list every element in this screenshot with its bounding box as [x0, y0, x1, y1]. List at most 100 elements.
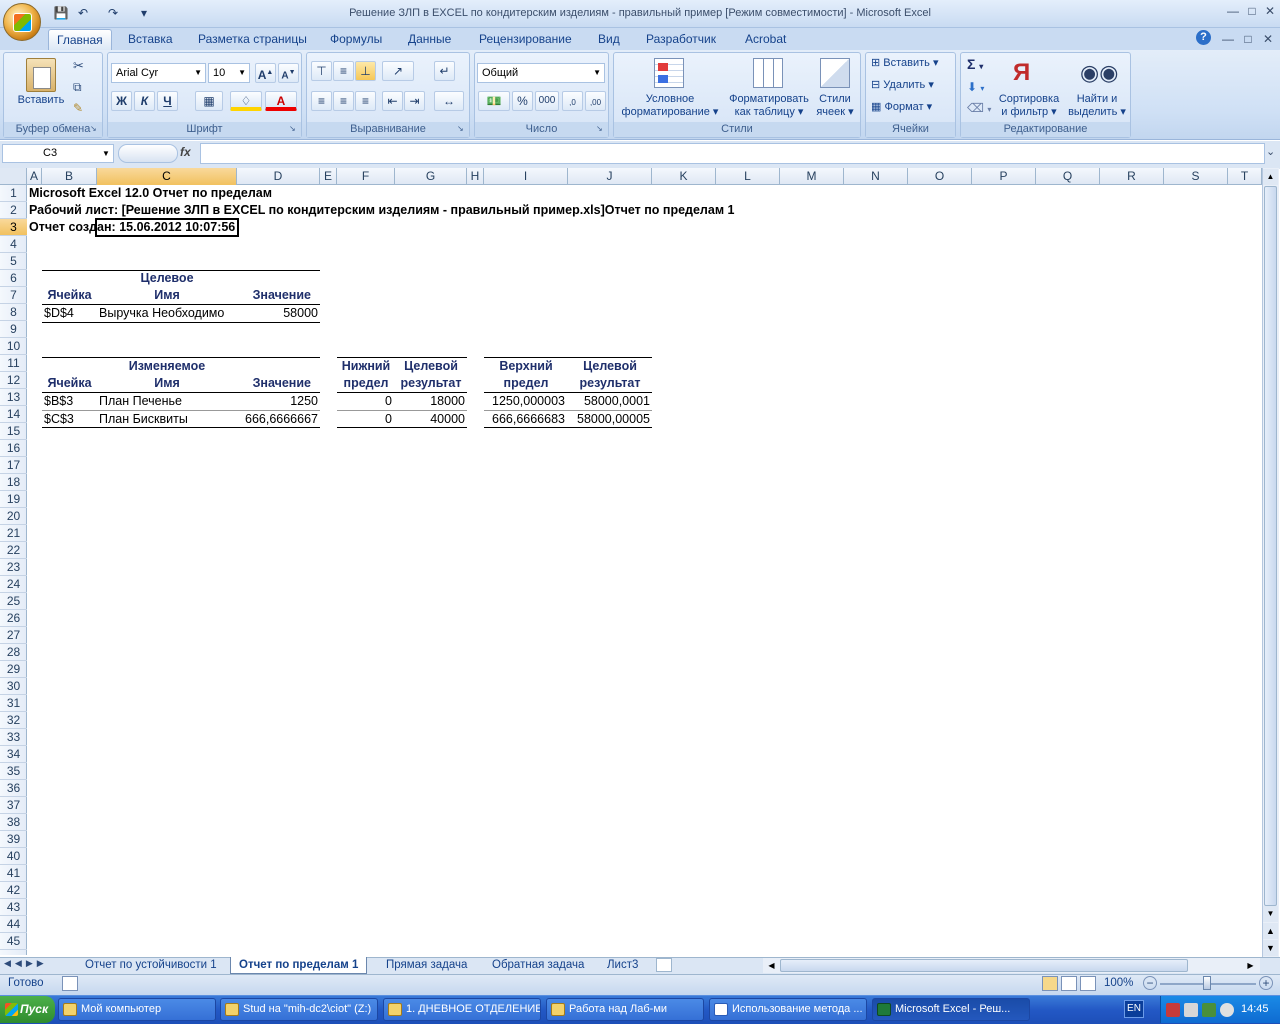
var-row-value[interactable]: 666,6666667	[237, 411, 318, 428]
col-header[interactable]: B	[42, 168, 97, 185]
zoom-slider-thumb[interactable]	[1203, 976, 1211, 990]
delete-cells-button[interactable]: ⊟ Удалить ▾	[871, 79, 934, 92]
tab-page-layout[interactable]: Разметка страницы	[190, 29, 315, 50]
row-header[interactable]: 11	[0, 355, 27, 372]
col-header[interactable]: K	[652, 168, 716, 185]
row-header[interactable]: 33	[0, 729, 27, 746]
row-header[interactable]: 30	[0, 678, 27, 695]
row-header[interactable]: 18	[0, 474, 27, 491]
row-header[interactable]: 24	[0, 576, 27, 593]
font-color-button[interactable]: А	[265, 91, 297, 111]
font-size-combo[interactable]: 10 ▼	[208, 63, 250, 83]
var-row-lower[interactable]: 0	[337, 411, 392, 428]
undo-icon[interactable]: ↶	[74, 5, 92, 22]
report-title[interactable]: Microsoft Excel 12.0 Отчет по пределам	[29, 185, 272, 202]
conditional-formatting-icon[interactable]	[654, 58, 684, 88]
align-bottom-button[interactable]: ⊥	[355, 61, 376, 81]
row-header[interactable]: 31	[0, 695, 27, 712]
row-header[interactable]: 40	[0, 848, 27, 865]
tray-network-icon[interactable]	[1184, 1003, 1198, 1017]
row-header[interactable]: 6	[0, 270, 27, 287]
taskbar-item[interactable]: Использование метода ...	[709, 998, 867, 1021]
thousands-button[interactable]: 000	[535, 91, 559, 111]
target-value[interactable]: 58000	[237, 305, 318, 322]
shrink-font-button[interactable]: A▼	[278, 63, 299, 83]
insert-function-button[interactable]: fx	[180, 145, 191, 159]
row-header[interactable]: 1	[0, 185, 27, 202]
var-row-upper[interactable]: 666,6666683	[484, 411, 565, 428]
number-format-combo[interactable]: Общий ▼	[477, 63, 605, 83]
cell-styles-icon[interactable]	[820, 58, 850, 88]
sheet-tab[interactable]: Отчет по устойчивости 1	[77, 957, 225, 974]
format-as-table-icon[interactable]	[753, 58, 783, 88]
chevron-down-icon[interactable]: ▼	[593, 64, 601, 82]
tab-acrobat[interactable]: Acrobat	[737, 29, 794, 50]
sheet-tab[interactable]: Обратная задача	[484, 957, 592, 974]
decrease-decimal-button[interactable]: ,00	[585, 91, 606, 111]
scroll-down-icon[interactable]: ▼	[1263, 906, 1278, 922]
find-select-button[interactable]: Найти и выделить ▾	[1066, 93, 1128, 119]
row-header[interactable]: 27	[0, 627, 27, 644]
align-left-button[interactable]: ≡	[311, 91, 332, 111]
tray-security-icon[interactable]	[1202, 1003, 1216, 1017]
orientation-button[interactable]: ↗	[382, 61, 414, 81]
var-row-lower-result[interactable]: 18000	[395, 393, 465, 410]
fill-icon[interactable]: ⬇ ▾	[967, 80, 984, 94]
col-header[interactable]: H	[467, 168, 484, 185]
row-header[interactable]: 8	[0, 304, 27, 321]
sheet-tab[interactable]: Прямая задача	[378, 957, 475, 974]
ribbon-restore-icon[interactable]: □	[1240, 32, 1256, 46]
format-painter-icon[interactable]: ✎	[73, 101, 83, 115]
row-header[interactable]: 22	[0, 542, 27, 559]
zoom-level[interactable]: 100%	[1104, 977, 1133, 989]
row-header[interactable]: 42	[0, 882, 27, 899]
font-name-combo[interactable]: Arial Cyr ▼	[111, 63, 206, 83]
minimize-icon[interactable]: —	[1225, 4, 1241, 18]
row-header[interactable]: 14	[0, 406, 27, 423]
var-row-upper[interactable]: 1250,000003	[484, 393, 565, 410]
help-icon[interactable]: ?	[1196, 30, 1211, 45]
col-header[interactable]: N	[844, 168, 908, 185]
row-header[interactable]: 32	[0, 712, 27, 729]
tab-formulas[interactable]: Формулы	[322, 29, 390, 50]
row-header[interactable]: 37	[0, 797, 27, 814]
tab-data[interactable]: Данные	[400, 29, 459, 50]
row-header[interactable]: 45	[0, 933, 27, 950]
borders-button[interactable]: ▦	[195, 91, 223, 111]
taskbar-item-active[interactable]: Microsoft Excel - Реш...	[872, 998, 1030, 1021]
zoom-in-icon[interactable]: +	[1259, 976, 1273, 990]
row-header[interactable]: 10	[0, 338, 27, 355]
sheet-nav-icons[interactable]: ◀◀▶▶	[4, 958, 48, 969]
row-header[interactable]: 19	[0, 491, 27, 508]
row-header[interactable]: 36	[0, 780, 27, 797]
language-indicator[interactable]: EN	[1124, 1000, 1144, 1018]
row-header[interactable]: 15	[0, 423, 27, 440]
autosum-icon[interactable]: Σ ▾	[967, 56, 983, 72]
row-header[interactable]: 23	[0, 559, 27, 576]
copy-icon[interactable]: ⧉	[73, 80, 82, 95]
scroll-right-icon[interactable]: ▶	[1244, 959, 1257, 972]
sort-filter-icon[interactable]: Я	[1013, 58, 1030, 88]
var-row-lower[interactable]: 0	[337, 393, 392, 410]
row-header[interactable]: 38	[0, 814, 27, 831]
previous-page-icon[interactable]: ▲	[1263, 923, 1278, 939]
italic-button[interactable]: К	[134, 91, 155, 111]
tab-view[interactable]: Вид	[590, 29, 628, 50]
row-header[interactable]: 29	[0, 661, 27, 678]
var-row-cell[interactable]: $B$3	[44, 393, 73, 410]
var-row-lower-result[interactable]: 40000	[395, 411, 465, 428]
taskbar-item[interactable]: Работа над Лаб-ми	[546, 998, 704, 1021]
row-header[interactable]: 25	[0, 593, 27, 610]
cell-styles-button[interactable]: Стили ячеек ▾	[812, 93, 858, 119]
paste-button[interactable]: Вставить	[10, 94, 72, 107]
insert-sheet-icon[interactable]	[656, 958, 672, 972]
col-header[interactable]: I	[484, 168, 568, 185]
tab-home[interactable]: Главная	[48, 29, 112, 50]
underline-button[interactable]: Ч	[157, 91, 178, 111]
insert-cells-button[interactable]: ⊞ Вставить ▾	[871, 57, 939, 70]
var-row-cell[interactable]: $C$3	[44, 411, 74, 428]
row-header[interactable]: 2	[0, 202, 27, 219]
var-row-name[interactable]: План Печенье	[99, 393, 182, 410]
row-header[interactable]: 26	[0, 610, 27, 627]
row-header[interactable]: 7	[0, 287, 27, 304]
